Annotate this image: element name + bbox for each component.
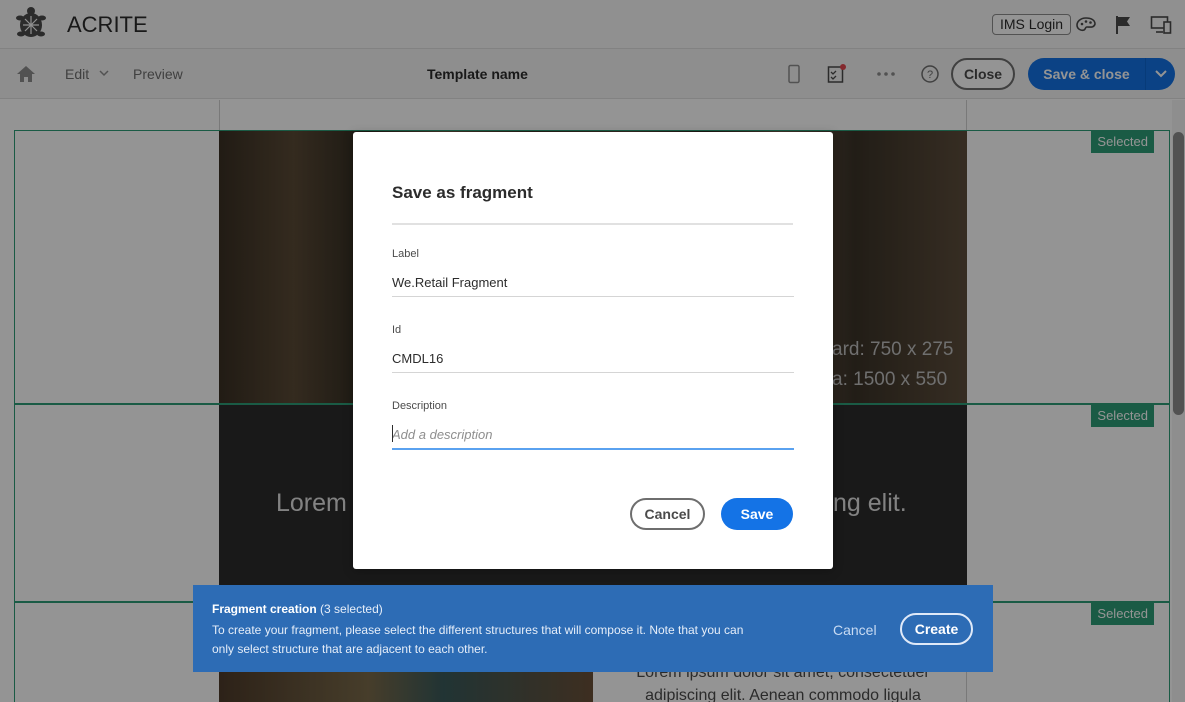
id-field[interactable]: CMDL16 [392,349,794,373]
save-button[interactable]: Save [721,498,793,530]
toast-title-text: Fragment creation [212,602,317,616]
label-field[interactable]: We.Retail Fragment [392,273,794,297]
selected-count: (3 selected) [320,602,383,616]
dialog-title: Save as fragment [392,183,533,202]
dialog-divider [392,223,793,225]
description-field-label: Description [392,400,448,412]
label-field-label: Label [392,248,419,260]
id-field-label: Id [392,324,402,336]
fragment-creation-toast: Fragment creation (3 selected) To create… [193,585,993,672]
description-input[interactable] [392,421,794,450]
cancel-button[interactable]: Cancel [630,498,705,530]
toast-message: To create your fragment, please select t… [212,623,744,656]
text-caret [392,425,393,442]
toast-title: Fragment creation (3 selected) [212,602,383,616]
toast-cancel-button[interactable]: Cancel [833,622,877,638]
toast-create-button[interactable]: Create [900,613,973,645]
save-fragment-dialog: Save as fragment Label We.Retail Fragmen… [353,132,833,569]
